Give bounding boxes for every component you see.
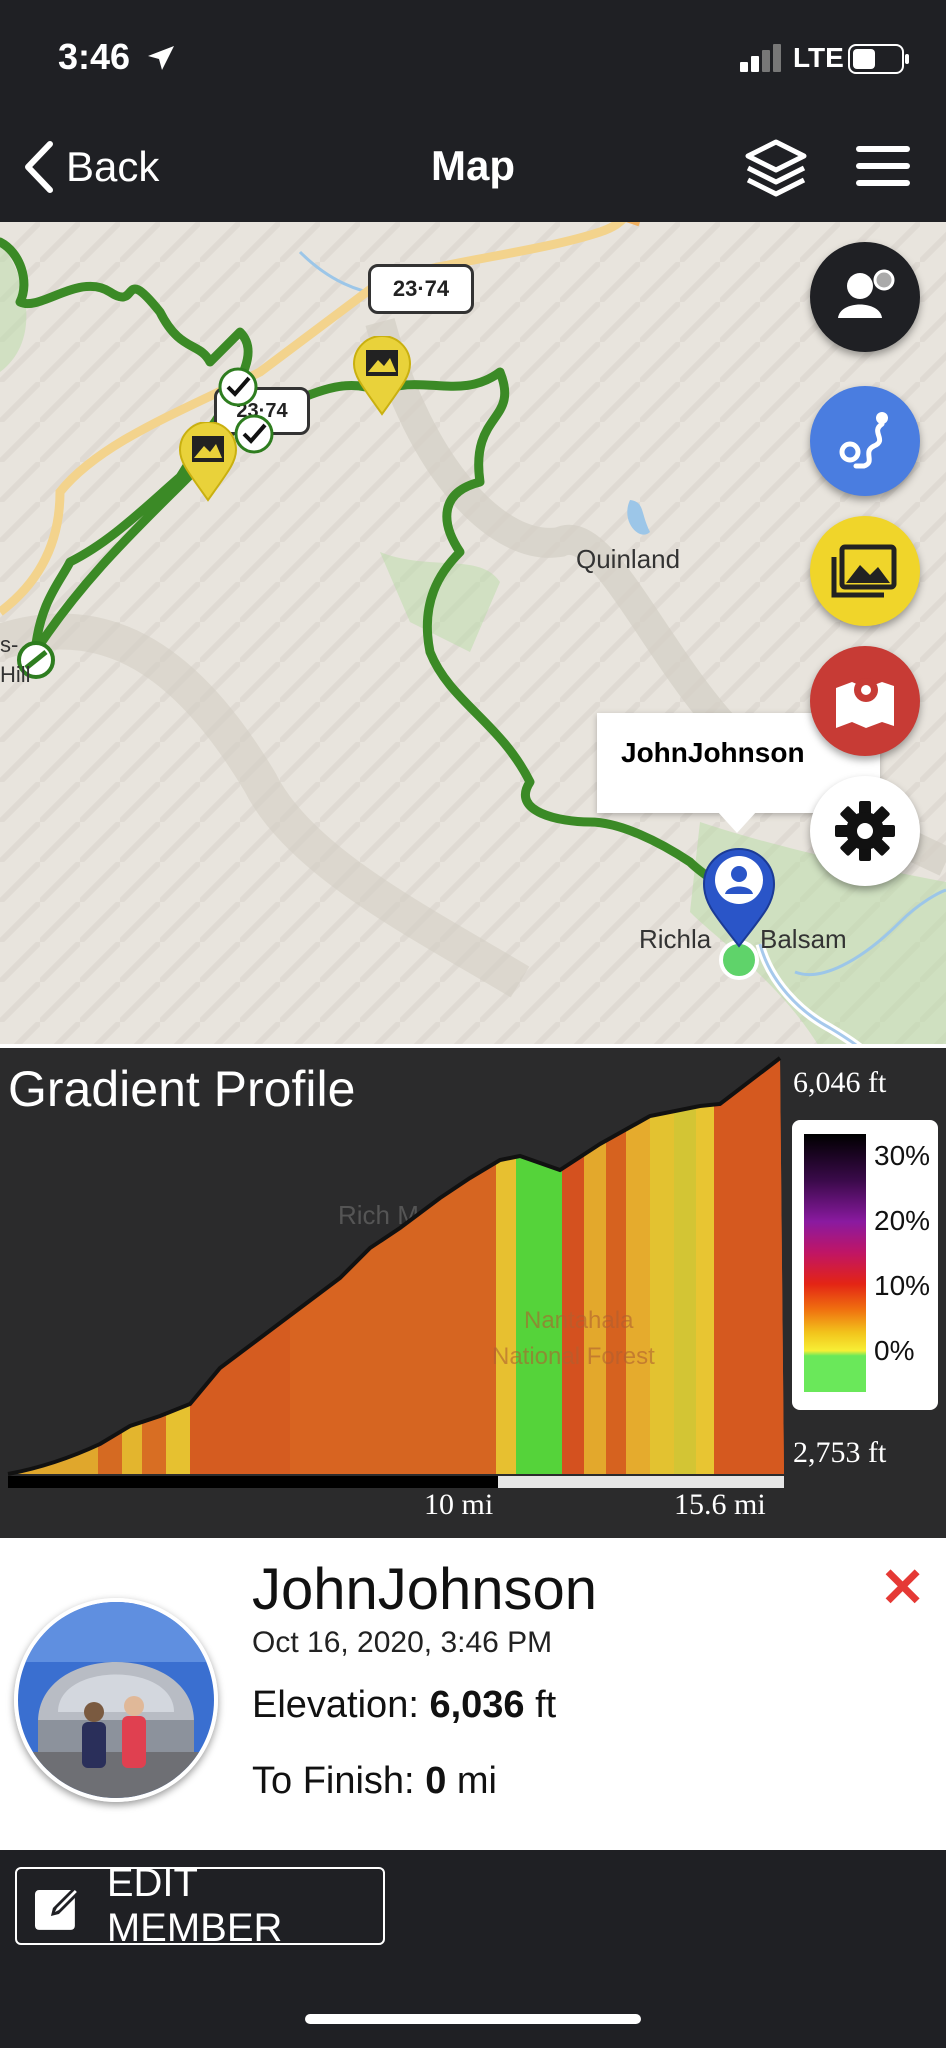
map-poi-button[interactable] — [810, 646, 920, 756]
route-icon — [839, 412, 888, 469]
edit-member-button[interactable]: EDIT MEMBER — [15, 1861, 385, 1950]
elevation-unit: ft — [535, 1684, 557, 1726]
callout-pointer — [717, 811, 757, 833]
checkpoint-icon[interactable] — [234, 414, 274, 454]
legend-label: 20% — [874, 1205, 931, 1236]
signal-icon — [740, 44, 781, 72]
location-arrow-icon — [148, 46, 174, 70]
layers-icon[interactable] — [744, 138, 808, 198]
legend-color-bar — [804, 1134, 866, 1392]
avatar[interactable] — [14, 1598, 218, 1802]
map-pin-icon — [836, 678, 894, 728]
road-shield-label: 23·74 — [392, 276, 450, 301]
elevation-row: Elevation: 6,036 ft — [252, 1684, 556, 1727]
elevation-value: 6,036 — [429, 1684, 525, 1726]
legend-label: 0% — [874, 1335, 915, 1366]
hamburger-menu-icon[interactable] — [856, 146, 910, 186]
legend-label: 10% — [874, 1270, 931, 1301]
distance-label-end: 15.6 mi — [674, 1488, 766, 1521]
member-info-card: JohnJohnson Oct 16, 2020, 3:46 PM Elevat… — [0, 1538, 946, 1850]
chart-bg-label: National Forest — [492, 1343, 655, 1370]
battery-icon — [848, 44, 909, 74]
to-finish-row: To Finish: 0 mi — [252, 1760, 497, 1803]
member-name: JohnJohnson — [252, 1557, 598, 1622]
photo-marker-icon[interactable] — [178, 422, 238, 502]
edit-icon — [34, 1886, 81, 1930]
distance-label-mid: 10 mi — [424, 1488, 494, 1521]
map-label-hill: s- — [0, 632, 19, 657]
chart-bg-label: Nantahala — [524, 1307, 634, 1334]
gradient-legend: 30% 20% 10% 0% — [792, 1120, 938, 1410]
settings-button[interactable] — [810, 776, 920, 886]
map-label-quinland: Quinland — [576, 544, 681, 574]
photos-button[interactable] — [810, 516, 920, 626]
member-timestamp: Oct 16, 2020, 3:46 PM — [252, 1626, 553, 1659]
network-type: LTE — [793, 42, 844, 73]
to-finish-value: 0 — [425, 1760, 447, 1802]
gallery-icon — [831, 544, 897, 598]
road-shield: 23·74 — [368, 264, 474, 314]
max-elevation-label: 6,046 ft — [793, 1066, 887, 1099]
gradient-profile-panel[interactable]: Rich Mountain Nantahala National Forest — [0, 1048, 946, 1538]
home-indicator — [305, 2014, 641, 2024]
legend-label: 30% — [874, 1140, 931, 1171]
to-finish-unit: mi — [456, 1760, 497, 1802]
member-location-marker[interactable] — [700, 840, 780, 980]
elevation-label: Elevation: — [252, 1684, 419, 1726]
navigation-bar: Back Map — [0, 112, 946, 222]
user-icon — [838, 269, 895, 318]
map-label-hill: Hill — [0, 662, 31, 687]
avatar-photo — [18, 1602, 214, 1798]
member-filter-button[interactable] — [810, 242, 920, 352]
status-time: 3:46 — [58, 36, 131, 77]
callout-name: JohnJohnson — [621, 737, 805, 768]
route-button[interactable] — [810, 386, 920, 496]
min-elevation-label: 2,753 ft — [793, 1436, 887, 1469]
profile-title: Gradient Profile — [8, 1061, 356, 1117]
status-bar: 3:46 LTE — [0, 0, 946, 112]
edit-member-label: EDIT MEMBER — [106, 1861, 283, 1950]
checkpoint-icon[interactable] — [218, 367, 258, 407]
photo-marker-icon[interactable] — [352, 336, 412, 416]
map-view[interactable]: 23·74 23·74 Quinland Richla Balsam s- Hi… — [0, 222, 946, 1048]
to-finish-label: To Finish: — [252, 1760, 415, 1802]
gear-icon — [835, 801, 895, 861]
close-icon[interactable]: ✕ — [880, 1556, 925, 1619]
